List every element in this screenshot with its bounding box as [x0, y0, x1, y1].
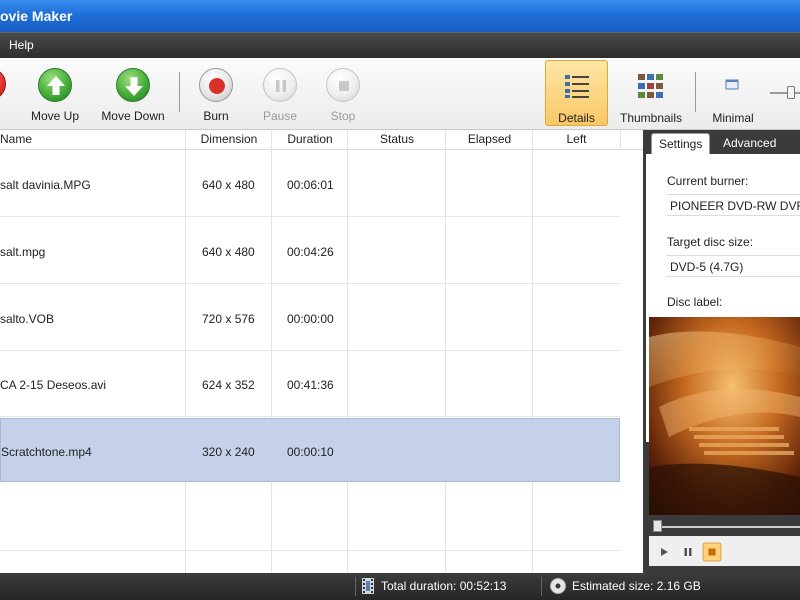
disc-label-input[interactable] [666, 312, 800, 314]
minimal-window-icon [725, 79, 739, 90]
toolbar: ve Move Up Move Down Burn Pause Stop [0, 58, 800, 130]
seek-thumb[interactable] [653, 520, 662, 532]
cell-dimension: 624 x 352 [202, 378, 255, 392]
file-list: Name Dimension Duration Status Elapsed L… [0, 130, 643, 573]
remove-icon [0, 68, 6, 100]
preview-seek-bar[interactable] [649, 518, 800, 532]
cell-dimension: 720 x 576 [202, 312, 255, 326]
cell-name: CA 2-15 Deseos.avi [0, 378, 107, 392]
current-burner-label: Current burner: [667, 174, 749, 188]
player-controls [649, 536, 800, 566]
table-row-empty [0, 483, 620, 551]
zoom-slider-thumb[interactable] [787, 86, 795, 99]
target-disc-size-select[interactable]: DVD-5 (4.7G) [666, 255, 800, 277]
table-row[interactable]: salto.VOB 720 x 576 00:00:00 [0, 285, 620, 351]
cell-name: salto.VOB [0, 312, 55, 326]
column-dimension[interactable]: Dimension [186, 132, 272, 146]
remove-button[interactable]: ve [0, 58, 18, 130]
toolbar-separator [695, 72, 696, 112]
menu-help[interactable]: Help [9, 38, 34, 52]
cell-dimension: 320 x 240 [202, 445, 255, 459]
estimated-size: Estimated size: 2.16 GB [572, 579, 701, 593]
table-row-selected[interactable]: Scratchtone.mp4 320 x 240 00:00:10 [0, 418, 620, 482]
details-list-icon [565, 75, 589, 98]
thumbnails-view-button[interactable]: Thumbnails [614, 60, 688, 126]
move-up-label: Move Up [30, 109, 80, 123]
column-elapsed[interactable]: Elapsed [446, 132, 533, 146]
seek-track [655, 526, 800, 528]
stop-icon[interactable] [702, 542, 722, 562]
minimal-view-button[interactable]: Minimal [704, 60, 762, 126]
table-row[interactable]: salt davinia.MPG 640 x 480 00:06:01 [0, 151, 620, 217]
disc-icon [550, 578, 566, 594]
thumbnails-label: Thumbnails [619, 111, 683, 125]
stop-button[interactable]: Stop [321, 58, 365, 130]
stop-icon [326, 68, 360, 102]
pause-icon [263, 68, 297, 102]
column-left[interactable]: Left [533, 132, 620, 146]
preview-frame-image [649, 317, 800, 515]
pause-icon[interactable] [678, 542, 698, 562]
vertical-scrollbar[interactable] [620, 150, 642, 573]
cell-name: Scratchtone.mp4 [1, 445, 92, 459]
total-duration: Total duration: 00:52:13 [381, 579, 507, 593]
window-title: ovie Maker [0, 8, 73, 24]
cell-dimension: 640 x 480 [202, 245, 255, 259]
film-icon [362, 578, 374, 594]
zoom-slider[interactable] [770, 86, 800, 100]
column-name[interactable]: Name [0, 132, 40, 146]
cell-duration: 00:00:10 [287, 445, 334, 459]
target-disc-size-label: Target disc size: [667, 235, 754, 249]
play-icon[interactable] [654, 542, 674, 562]
table-header: Name Dimension Duration Status Elapsed L… [0, 130, 643, 150]
move-down-label: Move Down [101, 109, 165, 123]
title-bar: ovie Maker [0, 0, 800, 32]
pause-button[interactable]: Pause [258, 58, 302, 130]
move-down-button[interactable]: Move Down [96, 58, 170, 130]
minimal-label: Minimal [712, 111, 754, 125]
arrow-up-icon [38, 68, 72, 102]
move-up-button[interactable]: Move Up [24, 58, 86, 130]
status-bar: Total duration: 00:52:13 Estimated size:… [0, 573, 800, 600]
settings-panel: Settings Advanced Current burner: PIONEE… [643, 130, 800, 573]
burn-label: Burn [203, 109, 229, 123]
cell-duration: 00:00:00 [287, 312, 334, 326]
column-status[interactable]: Status [348, 132, 446, 146]
table-row[interactable]: salt.mpg 640 x 480 00:04:26 [0, 218, 620, 284]
cell-duration: 00:06:01 [287, 178, 334, 192]
table-row[interactable]: CA 2-15 Deseos.avi 624 x 352 00:41:36 [0, 351, 620, 417]
status-separator [355, 577, 356, 596]
thumbnails-grid-icon [638, 74, 663, 98]
burn-button[interactable]: Burn [194, 58, 238, 130]
toolbar-separator [179, 72, 180, 112]
tab-advanced[interactable]: Advanced [716, 133, 783, 154]
arrow-down-icon [116, 68, 150, 102]
stop-label: Stop [330, 109, 356, 123]
cell-dimension: 640 x 480 [202, 178, 255, 192]
status-separator [541, 577, 542, 596]
disc-label-label: Disc label: [667, 295, 723, 309]
panel-tabs: Settings Advanced [643, 130, 800, 154]
cell-duration: 00:04:26 [287, 245, 334, 259]
cell-name: salt.mpg [0, 245, 46, 259]
details-label: Details [558, 111, 595, 125]
pause-label: Pause [262, 109, 298, 123]
tab-settings[interactable]: Settings [651, 133, 711, 154]
current-burner-select[interactable]: PIONEER DVD-RW DVR- [666, 194, 800, 216]
cell-duration: 00:41:36 [287, 378, 334, 392]
column-duration[interactable]: Duration [272, 132, 348, 146]
video-preview [649, 317, 800, 515]
details-view-button[interactable]: Details [545, 60, 608, 126]
record-icon [199, 68, 233, 102]
menu-bar: Help [0, 32, 800, 58]
cell-name: salt davinia.MPG [0, 178, 91, 192]
